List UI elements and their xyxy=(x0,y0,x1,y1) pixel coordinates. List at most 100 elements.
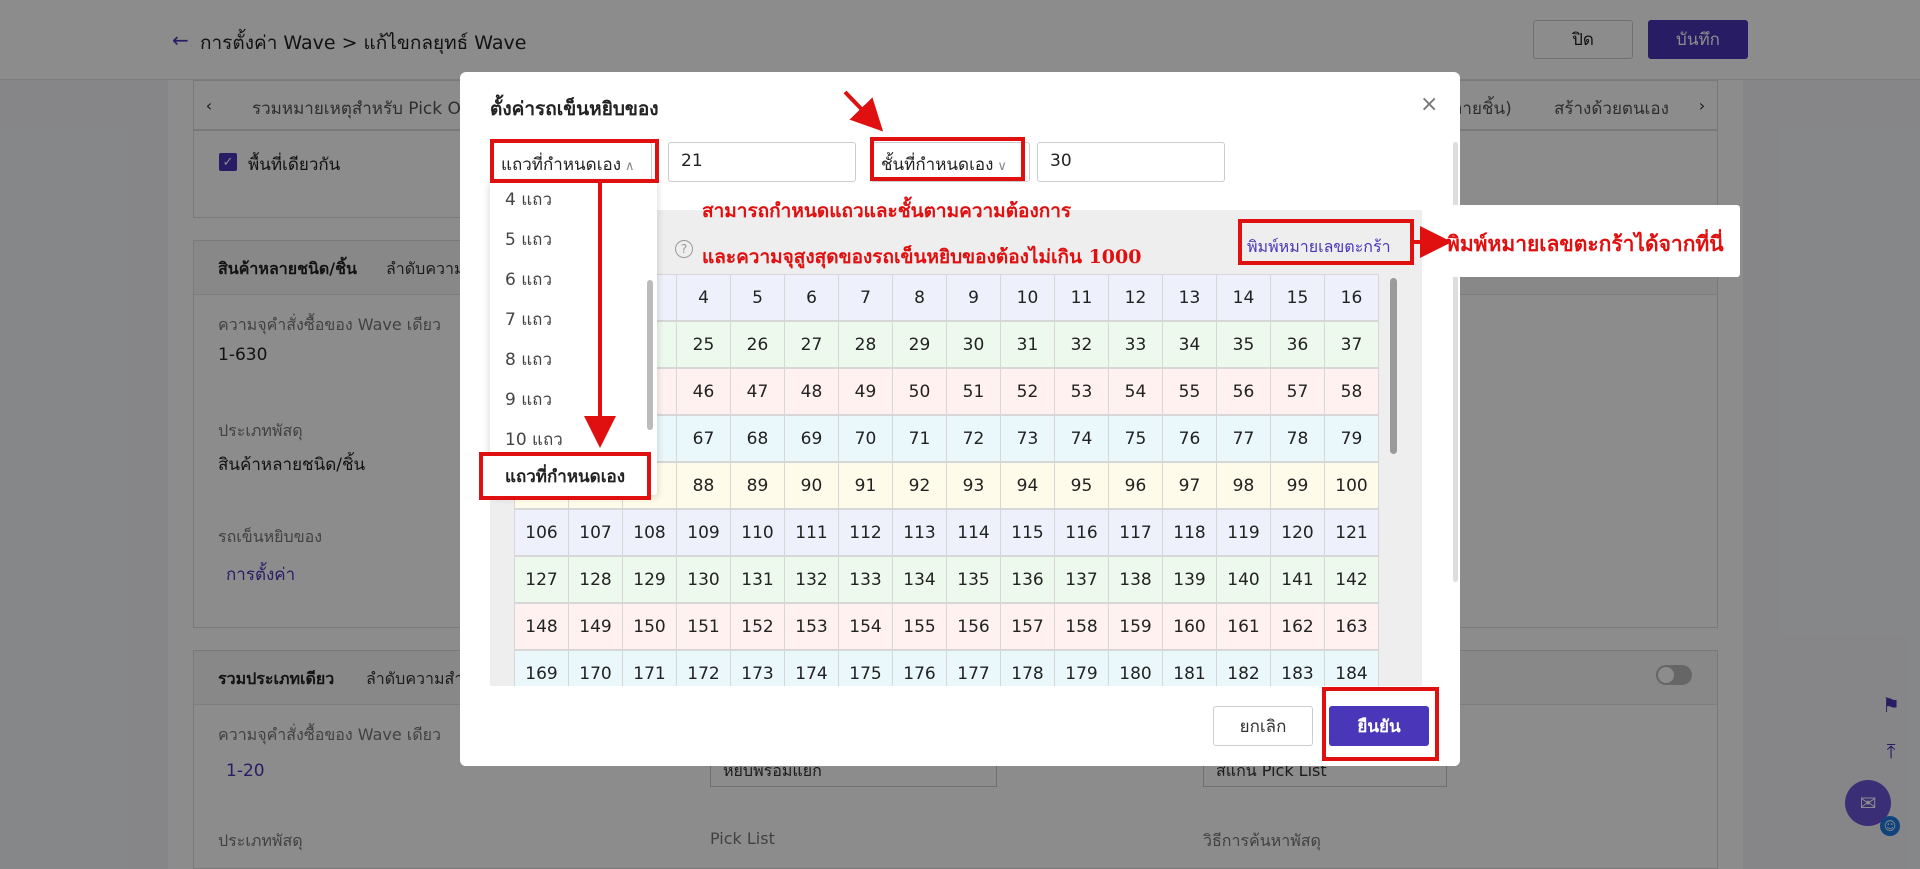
annotation-text-line2: และความจุสูงสุดของรถเข็นหยิบของต้องไม่เก… xyxy=(702,246,1142,268)
grid-cell: 162 xyxy=(1270,603,1325,650)
grid-cell: 12 xyxy=(1108,274,1163,321)
grid-cell: 74 xyxy=(1054,415,1109,462)
grid-cell: 52 xyxy=(1000,368,1055,415)
grid-cell: 142 xyxy=(1324,556,1379,603)
grid-cell: 36 xyxy=(1270,321,1325,368)
dropdown-item[interactable]: 7 แถว xyxy=(505,306,552,333)
grid-cell: 34 xyxy=(1162,321,1217,368)
grid-cell: 77 xyxy=(1216,415,1271,462)
grid-cell: 128 xyxy=(568,556,623,603)
dropdown-item[interactable]: 10 แถว xyxy=(505,426,563,453)
grid-cell: 137 xyxy=(1054,556,1109,603)
dropdown-item[interactable]: 8 แถว xyxy=(505,346,552,373)
grid-cell: 72 xyxy=(946,415,1001,462)
grid-cell: 10 xyxy=(1000,274,1055,321)
grid-cell: 76 xyxy=(1162,415,1217,462)
grid-cell: 15 xyxy=(1270,274,1325,321)
grid-cell: 116 xyxy=(1054,509,1109,556)
close-icon[interactable]: × xyxy=(1420,92,1438,117)
grid-cell: 100 xyxy=(1324,462,1379,509)
dropdown-item[interactable]: 5 แถว xyxy=(505,226,552,253)
grid-cell: 48 xyxy=(784,368,839,415)
grid-cell: 88 xyxy=(676,462,731,509)
grid-cell: 133 xyxy=(838,556,893,603)
grid-cell: 111 xyxy=(784,509,839,556)
grid-cell: 68 xyxy=(730,415,785,462)
dropdown-item[interactable]: 9 แถว xyxy=(505,386,552,413)
grid-cell: 106 xyxy=(514,509,569,556)
cancel-button[interactable]: ยกเลิก xyxy=(1213,706,1313,746)
grid-cell: 94 xyxy=(1000,462,1055,509)
grid-cell: 73 xyxy=(1000,415,1055,462)
grid-cell: 158 xyxy=(1054,603,1109,650)
grid-cell: 27 xyxy=(784,321,839,368)
grid-cell: 57 xyxy=(1270,368,1325,415)
grid-cell: 108 xyxy=(622,509,677,556)
grid-cell: 115 xyxy=(1000,509,1055,556)
row-dropdown: 4 แถว 5 แถว 6 แถว 7 แถว 8 แถว 9 แถว 10 แ… xyxy=(490,180,657,495)
grid-cell: 71 xyxy=(892,415,947,462)
annotation-box-print-link xyxy=(1238,219,1414,265)
grid-cell: 148 xyxy=(514,603,569,650)
annotation-box-confirm xyxy=(1322,687,1439,761)
grid-cell: 75 xyxy=(1108,415,1163,462)
grid-cell: 139 xyxy=(1162,556,1217,603)
grid-cell: 78 xyxy=(1270,415,1325,462)
grid-cell: 113 xyxy=(892,509,947,556)
modal-title: ตั้งค่ารถเข็นหยิบของ xyxy=(490,98,659,120)
grid-cell: 132 xyxy=(784,556,839,603)
grid-cell: 89 xyxy=(730,462,785,509)
grid-cell: 67 xyxy=(676,415,731,462)
grid-cell: 117 xyxy=(1108,509,1163,556)
dropdown-item[interactable]: 4 แถว xyxy=(505,186,552,213)
grid-cell: 136 xyxy=(1000,556,1055,603)
grid-row: 148 149 150 151 152 153 154 155 156 157 158 159 160 1… xyxy=(514,603,1385,651)
grid-cell: 152 xyxy=(730,603,785,650)
grid-cell: 53 xyxy=(1054,368,1109,415)
grid-cell: 95 xyxy=(1054,462,1109,509)
grid-cell: 58 xyxy=(1324,368,1379,415)
grid-cell: 29 xyxy=(892,321,947,368)
grid-cell: 92 xyxy=(892,462,947,509)
annotation-box-row-select xyxy=(490,139,659,183)
grid-cell: 46 xyxy=(676,368,731,415)
grid-cell: 157 xyxy=(1000,603,1055,650)
grid-cell: 96 xyxy=(1108,462,1163,509)
dropdown-item[interactable]: 6 แถว xyxy=(505,266,552,293)
grid-cell: 26 xyxy=(730,321,785,368)
grid-cell: 141 xyxy=(1270,556,1325,603)
grid-cell: 110 xyxy=(730,509,785,556)
grid-cell: 6 xyxy=(784,274,839,321)
grid-scrollbar[interactable] xyxy=(1390,278,1397,454)
dropdown-scrollbar[interactable] xyxy=(647,280,653,430)
grid-cell: 131 xyxy=(730,556,785,603)
grid-cell: 37 xyxy=(1324,321,1379,368)
row-count-input[interactable]: 21 xyxy=(668,142,856,182)
grid-cell: 129 xyxy=(622,556,677,603)
question-circle-icon[interactable]: ? xyxy=(675,240,693,258)
grid-cell: 120 xyxy=(1270,509,1325,556)
grid-cell: 33 xyxy=(1108,321,1163,368)
grid-cell: 54 xyxy=(1108,368,1163,415)
grid-cell: 51 xyxy=(946,368,1001,415)
grid-cell: 16 xyxy=(1324,274,1379,321)
annotation-text-line1: สามารถกำหนดแถวและชั้นตามความต้องการ xyxy=(702,200,1072,222)
grid-cell: 151 xyxy=(676,603,731,650)
grid-cell: 107 xyxy=(568,509,623,556)
annotation-box-layer-select xyxy=(870,137,1025,181)
grid-cell: 150 xyxy=(622,603,677,650)
grid-cell: 109 xyxy=(676,509,731,556)
grid-cell: 156 xyxy=(946,603,1001,650)
grid-cell: 154 xyxy=(838,603,893,650)
grid-cell: 49 xyxy=(838,368,893,415)
grid-cell: 98 xyxy=(1216,462,1271,509)
grid-cell: 163 xyxy=(1324,603,1379,650)
grid-cell: 9 xyxy=(946,274,1001,321)
grid-cell: 119 xyxy=(1216,509,1271,556)
grid-cell: 140 xyxy=(1216,556,1271,603)
layer-count-input[interactable]: 30 xyxy=(1037,142,1225,182)
grid-cell: 11 xyxy=(1054,274,1109,321)
grid-cell: 5 xyxy=(730,274,785,321)
grid-cell: 138 xyxy=(1108,556,1163,603)
grid-cell: 8 xyxy=(892,274,947,321)
